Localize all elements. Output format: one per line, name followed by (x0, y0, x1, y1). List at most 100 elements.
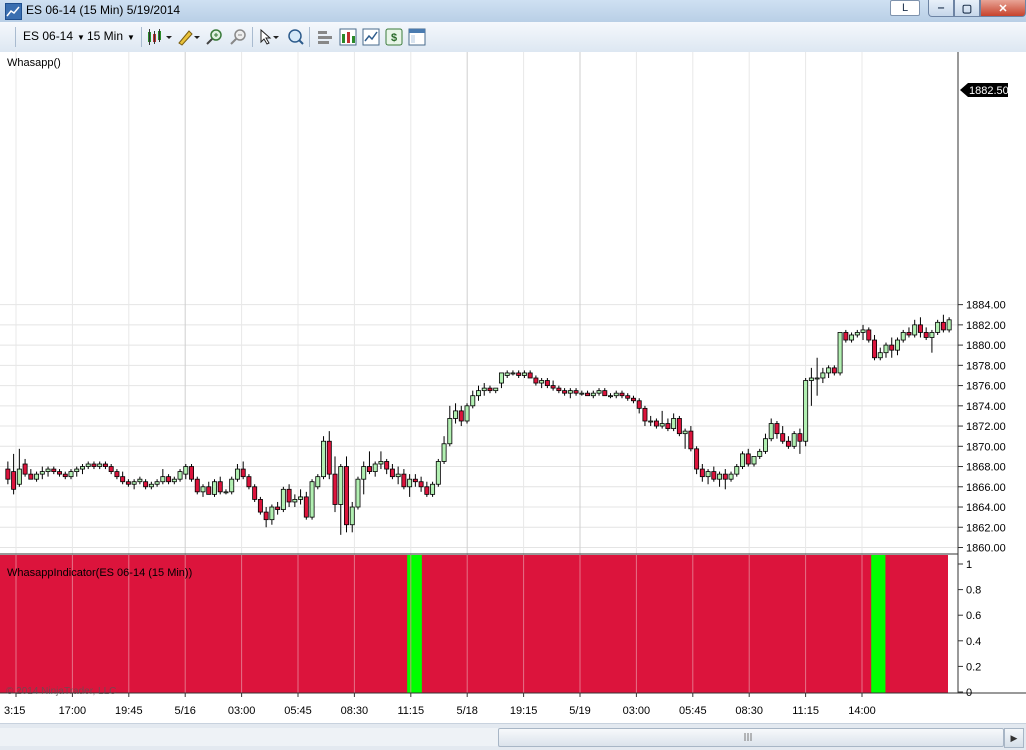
price-candles (5, 314, 952, 535)
candle-down (332, 473, 338, 505)
candle-up (791, 433, 797, 447)
candle-up (309, 481, 315, 518)
window-titlebar: ES 06-14 (15 Min) 5/19/2014 L ‒ ▢ ✕ (0, 0, 1026, 23)
candle-down (573, 390, 579, 394)
candle-down (326, 440, 332, 475)
time-axis: 3:15 17:00 19:45 5/16 03:00 05:45 08:30 11:15 5/… (4, 693, 876, 717)
link-button[interactable]: L (890, 0, 920, 16)
candle-down (544, 380, 550, 386)
candle-up (521, 372, 527, 376)
candle-up (212, 481, 217, 495)
instrument-label: ES 06-14 (23, 29, 74, 43)
time-tick-label: 19:45 (115, 705, 143, 717)
candle-up (372, 463, 378, 473)
candle-up (321, 440, 327, 478)
candle-up (80, 466, 85, 470)
candle-up (900, 332, 906, 341)
candle-down (487, 387, 493, 392)
candle-up (470, 395, 476, 407)
candle-down (889, 344, 895, 351)
pencil-draw-icon[interactable] (177, 28, 200, 46)
horizontal-scrollbar[interactable]: ▶ (0, 723, 1026, 750)
dollar-order-icon[interactable]: $ (385, 28, 403, 46)
candle-up (407, 478, 413, 488)
magnifier-icon[interactable] (286, 28, 304, 46)
indicator-tick-label: 0.6 (966, 610, 981, 622)
line-chart-icon[interactable] (362, 28, 380, 46)
candle-up (269, 506, 275, 521)
candle-down (22, 463, 28, 475)
minimize-button[interactable]: ‒ (928, 0, 954, 17)
time-tick-label: 05:45 (679, 705, 707, 717)
time-tick-label: 19:15 (510, 705, 538, 717)
candle-up (877, 352, 883, 359)
scroll-thumb[interactable] (498, 728, 1004, 747)
zoom-in-icon[interactable] (205, 28, 223, 46)
main-panel-label: Whasapp() (7, 57, 61, 69)
candle-down (108, 466, 114, 473)
price-tick-label: 1880.00 (966, 340, 1006, 352)
candle-down (780, 433, 786, 442)
candle-up (717, 473, 723, 480)
candle-up (223, 491, 229, 494)
price-tick-label: 1878.00 (966, 360, 1006, 372)
instrument-selector[interactable]: ES 06-14 ▼ (23, 29, 85, 43)
candle-up (768, 423, 774, 440)
candle-up (154, 481, 160, 485)
candle-up (671, 418, 677, 429)
candlestick-style-icon[interactable] (147, 28, 172, 46)
maximize-button[interactable]: ▢ (954, 0, 980, 17)
candle-down (619, 392, 625, 397)
cursor-pointer-icon[interactable] (258, 28, 279, 46)
candle-up (45, 468, 51, 473)
candle-up (395, 473, 401, 478)
candle-up (854, 332, 860, 336)
zoom-out-icon[interactable] (229, 28, 247, 46)
candle-down (384, 461, 390, 470)
candle-up (292, 499, 298, 503)
time-tick-label: 03:00 (623, 705, 651, 717)
close-button[interactable]: ✕ (980, 0, 1026, 17)
chart-canvas[interactable]: 1884.00 1882.00 1880.00 1878.00 1876.00 1874.… (0, 52, 1026, 724)
time-tick-label: 03:00 (228, 705, 256, 717)
candle-up (705, 471, 711, 478)
candle-up (539, 380, 545, 384)
candle-up (137, 478, 143, 483)
candle-down (923, 332, 929, 338)
candle-down (240, 468, 246, 478)
chart-toolbar: ES 06-14 ▼ 15 Min ▼ $ (0, 22, 1026, 53)
candle-down (630, 397, 636, 402)
candle-down (28, 473, 34, 480)
candle-down (694, 448, 700, 470)
bar-chart-icon[interactable] (339, 28, 357, 46)
candle-up (97, 463, 103, 467)
candle-down (533, 377, 539, 384)
candle-up (200, 486, 206, 493)
candle-down (344, 466, 349, 526)
candle-up (229, 478, 235, 493)
price-axis: 1884.00 1882.00 1880.00 1878.00 1876.00 1874.… (958, 300, 1006, 555)
scroll-right-arrow-icon[interactable]: ▶ (1004, 728, 1024, 748)
candle-up (820, 372, 826, 379)
price-tick-label: 1882.00 (966, 320, 1006, 332)
candle-down (51, 468, 57, 473)
price-tick-label: 1874.00 (966, 401, 1006, 413)
time-tick-label: 08:30 (341, 705, 369, 717)
time-tick-label: 08:30 (735, 705, 763, 717)
candle-up (613, 392, 619, 397)
indicator-tick-label: 0 (966, 687, 972, 699)
candle-down (458, 410, 464, 422)
chart-area[interactable]: 1884.00 1882.00 1880.00 1878.00 1876.00 1874.… (0, 52, 1026, 724)
data-box-icon[interactable] (408, 28, 426, 46)
candle-up (355, 478, 361, 508)
interval-selector[interactable]: 15 Min ▼ (87, 29, 135, 43)
candle-up (648, 420, 654, 423)
candle-down (217, 481, 223, 493)
candle-down (940, 321, 946, 331)
properties-icon[interactable] (316, 28, 334, 46)
toolbar-separator (15, 27, 16, 47)
chevron-down-icon: ▼ (77, 33, 85, 42)
time-tick-label: 14:00 (848, 705, 876, 717)
candle-up (280, 488, 286, 510)
price-tick-label: 1872.00 (966, 421, 1006, 433)
